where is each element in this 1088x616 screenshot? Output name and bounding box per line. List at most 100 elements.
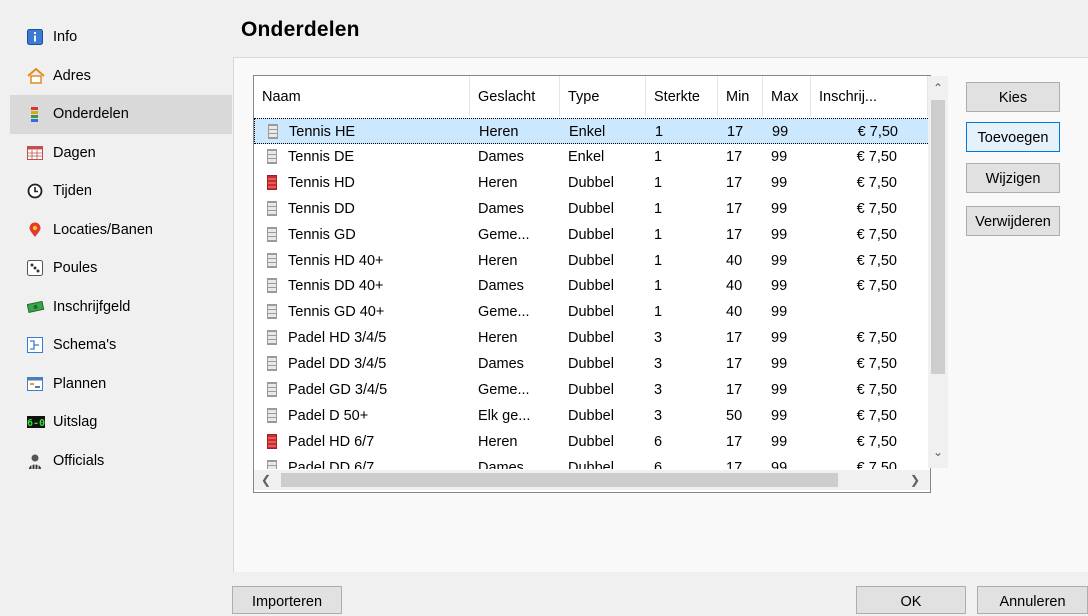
cell-geslacht: Dames [478,148,524,165]
table-row[interactable]: Tennis DD Dames Dubbel 1 17 99 € 7,50 [254,196,930,222]
column-header-naam[interactable]: Naam [254,76,470,116]
cell-min: 40 [726,252,743,269]
cell-sterkte: 1 [654,200,663,217]
cell-type: Dubbel [568,252,614,269]
cell-type: Dubbel [568,174,614,191]
cell-sterkte: 1 [654,226,663,243]
cell-min: 17 [726,356,743,373]
dice-icon [27,260,43,277]
column-header-inschrijfgeld[interactable]: Inschrij... [811,76,928,116]
cell-geslacht: Dames [478,356,524,373]
column-header-max[interactable]: Max [763,76,811,116]
onderdelen-list[interactable]: Naam Geslacht Type Sterkte Min Max Insch… [253,75,931,493]
scroll-down-icon[interactable]: ⌄ [930,444,946,460]
scroll-up-icon[interactable]: ⌃ [930,80,946,96]
kies-button[interactable]: Kies [966,82,1060,112]
cell-inschrijfgeld: € 7,50 [857,124,898,140]
table-row[interactable]: Tennis HD Heren Dubbel 1 17 99 € 7,50 [254,170,930,196]
horizontal-scroll-thumb[interactable] [281,473,838,487]
table-row[interactable]: Tennis GD 40+ Geme... Dubbel 1 40 99 [254,299,930,325]
sidebar-item-info[interactable]: Info [10,18,232,57]
table-row[interactable]: Tennis HE Heren Enkel 1 17 99 € 7,50 [254,118,930,144]
cell-max: 99 [771,278,788,295]
calendar-icon [27,145,43,161]
sidebar-item-adres[interactable]: Adres [10,57,232,96]
column-header-geslacht[interactable]: Geslacht [470,76,560,116]
cell-inschrijfgeld: € 7,50 [856,226,897,243]
cell-sterkte: 3 [654,382,663,398]
cell-min: 17 [726,459,743,469]
sidebar-item-poules[interactable]: Poules [10,249,232,288]
sidebar-item-inschrijfgeld[interactable]: Inschrijfgeld [10,288,232,327]
table-row[interactable]: Tennis GD Geme... Dubbel 1 17 99 € 7,50 [254,222,930,248]
sidebar-item-schemas[interactable]: Schema's [10,326,232,365]
annuleren-button[interactable]: Annuleren [977,586,1088,614]
verwijderen-button[interactable]: Verwijderen [966,206,1060,236]
cell-type: Dubbel [568,304,614,321]
table-row[interactable]: Padel DD 6/7 Dames Dubbel 6 17 99 € 7,50 [254,455,930,469]
scroll-left-icon[interactable]: ❮ [258,472,274,488]
cell-inschrijfgeld [811,299,911,325]
cell-sterkte: 3 [654,407,663,424]
sidebar-item-uitslag[interactable]: 6-0 Uitslag [10,403,232,442]
cell-inschrijfgeld: € 7,50 [856,330,897,347]
cell-inschrijfgeld: € 7,50 [856,252,897,269]
cell-type: Dubbel [568,200,614,217]
money-icon [26,299,45,315]
column-header-min[interactable]: Min [718,76,763,116]
cell-type: Dubbel [568,278,614,295]
table-row[interactable]: Padel HD 6/7 Heren Dubbel 6 17 99 € 7,50 [254,429,930,455]
table-row[interactable]: Tennis DD 40+ Dames Dubbel 1 40 99 € 7,50 [254,273,930,299]
column-header-sterkte[interactable]: Sterkte [646,76,718,116]
table-row[interactable]: Padel GD 3/4/5 Geme... Dubbel 3 17 99 € 7,50 [254,377,930,403]
wijzigen-button[interactable]: Wijzigen [966,163,1060,193]
cell-max: 99 [771,252,788,269]
cell-inschrijfgeld: € 7,50 [856,278,897,295]
vertical-scroll-thumb[interactable] [931,100,945,374]
sidebar-item-onderdelen[interactable]: Onderdelen [10,95,232,134]
cell-naam: Tennis HD 40+ [288,252,384,269]
cell-type: Dubbel [568,433,614,450]
sidebar-item-officials[interactable]: Officials [10,442,232,481]
cell-sterkte: 1 [655,124,664,140]
cell-naam: Tennis GD 40+ [288,304,385,321]
cell-type: Enkel [569,124,606,140]
bracket-icon [27,337,43,354]
cell-inschrijfgeld: € 7,50 [856,356,897,373]
sidebar-item-dagen[interactable]: Dagen [10,134,232,173]
scroll-right-icon[interactable]: ❯ [907,472,923,488]
cell-type: Dubbel [568,356,614,373]
ok-button[interactable]: OK [856,586,966,614]
table-row[interactable]: Tennis DE Dames Enkel 1 17 99 € 7,50 [254,144,930,170]
list-header: Naam Geslacht Type Sterkte Min Max Insch… [254,76,930,116]
cell-max: 99 [771,200,788,217]
cell-inschrijfgeld: € 7,50 [856,433,897,450]
cell-naam: Tennis DD 40+ [288,278,384,295]
cell-min: 40 [726,304,743,321]
cell-max: 99 [771,356,788,373]
cell-type: Dubbel [568,382,614,398]
info-icon [27,29,43,46]
toevoegen-button[interactable]: Toevoegen [966,122,1060,152]
sidebar-item-tijden[interactable]: Tijden [10,172,232,211]
cell-naam: Padel GD 3/4/5 [288,382,388,398]
cell-naam: Tennis DD [288,200,355,217]
cell-sterkte: 6 [654,459,663,469]
cell-min: 17 [726,433,743,450]
cell-max: 99 [772,124,789,140]
cell-inschrijfgeld: € 7,50 [856,148,897,165]
column-header-type[interactable]: Type [560,76,646,116]
cell-min: 17 [726,174,743,191]
cell-min: 17 [726,226,743,243]
sidebar-item-plannen[interactable]: Plannen [10,365,232,404]
sidebar-item-locaties-banen[interactable]: Locaties/Banen [10,211,232,250]
table-row[interactable]: Padel HD 3/4/5 Heren Dubbel 3 17 99 € 7,50 [254,325,930,351]
cell-geslacht: Geme... [478,382,530,398]
clock-icon [27,183,43,199]
table-row[interactable]: Padel DD 3/4/5 Dames Dubbel 3 17 99 € 7,50 [254,351,930,377]
table-row[interactable]: Padel D 50+ Elk ge... Dubbel 3 50 99 € 7,50 [254,403,930,429]
importeren-button[interactable]: Importeren [232,586,342,614]
stack-icon [27,106,43,123]
cell-geslacht: Dames [478,278,524,295]
table-row[interactable]: Tennis HD 40+ Heren Dubbel 1 40 99 € 7,50 [254,248,930,274]
